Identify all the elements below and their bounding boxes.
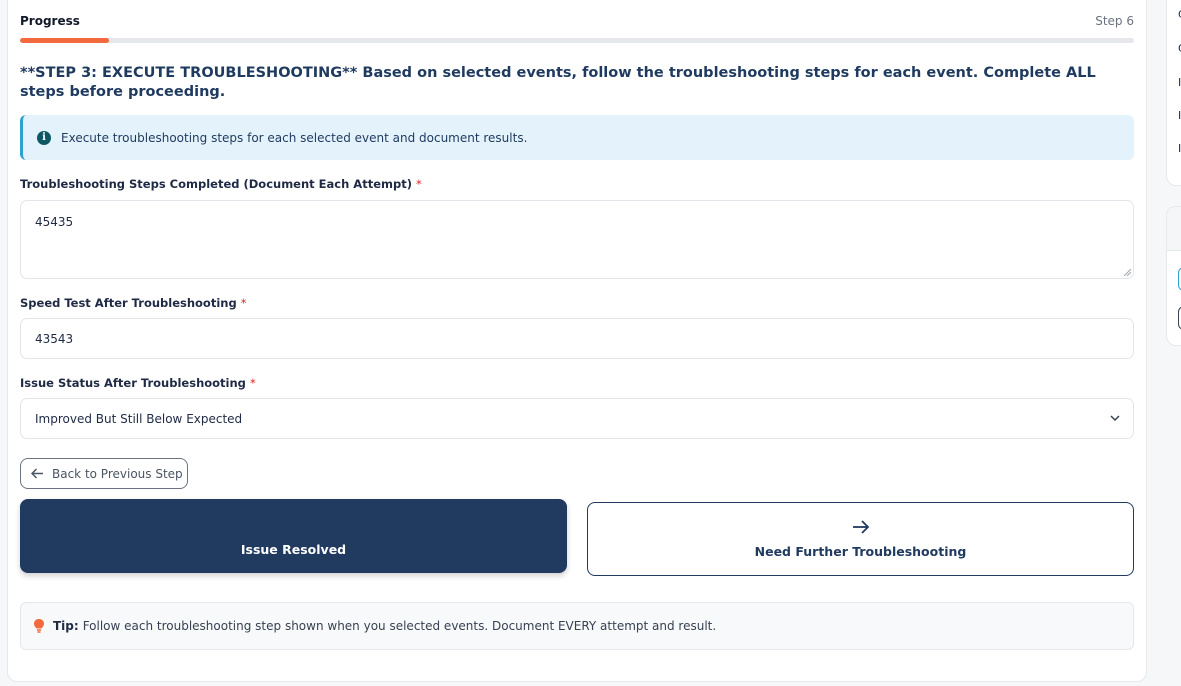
arrow-left-icon	[31, 468, 43, 479]
tip-text: Follow each troubleshooting step shown w…	[82, 619, 717, 633]
progress-header: Progress Step 6	[20, 14, 1134, 32]
steps-completed-textarea[interactable]: 45435	[20, 200, 1134, 279]
required-marker: *	[240, 296, 247, 310]
step-heading: **STEP 3: EXECUTE TROUBLESHOOTING** Base…	[20, 65, 1096, 100]
tip-box: Tip: Follow each troubleshooting step sh…	[20, 602, 1134, 650]
resize-grip-icon[interactable]	[1123, 268, 1131, 276]
need-further-troubleshooting-label: Need Further Troubleshooting	[754, 543, 967, 559]
back-button[interactable]: Back to Previous Step	[20, 458, 188, 489]
speed-test-label: Speed Test After Troubleshooting *	[20, 296, 246, 310]
issue-status-value: Improved But Still Below Expected	[35, 411, 243, 426]
speed-test-value: 43543	[35, 331, 74, 346]
required-marker: *	[249, 376, 256, 390]
info-alert-text: Execute troubleshooting steps for each s…	[61, 130, 528, 145]
side-panel-top	[1166, 0, 1181, 186]
lightbulb-icon	[34, 619, 44, 633]
side-panel-header	[1167, 207, 1181, 251]
required-marker: *	[415, 177, 422, 191]
need-further-troubleshooting-button[interactable]: Need Further Troubleshooting	[587, 502, 1134, 576]
issue-resolved-button[interactable]: Issue Resolved	[20, 499, 567, 573]
steps-completed-label: Troubleshooting Steps Completed (Documen…	[20, 177, 422, 191]
progress-bar	[20, 38, 1134, 43]
issue-status-label: Issue Status After Troubleshooting *	[20, 376, 256, 390]
issue-resolved-label: Issue Resolved	[240, 542, 347, 557]
tip-label: Tip:	[53, 619, 79, 633]
chevron-down-icon	[1110, 415, 1120, 422]
steps-completed-label-text: Troubleshooting Steps Completed (Documen…	[20, 177, 412, 191]
speed-test-input[interactable]: 43543	[20, 318, 1134, 359]
issue-status-label-text: Issue Status After Troubleshooting	[20, 376, 246, 390]
speed-test-label-text: Speed Test After Troubleshooting	[20, 296, 237, 310]
progress-bar-fill	[20, 38, 110, 43]
info-circle-icon: i	[37, 130, 51, 145]
progress-title: Progress	[20, 14, 80, 28]
steps-completed-value: 45435	[35, 215, 74, 229]
arrow-right-icon	[852, 519, 869, 534]
info-alert: i Execute troubleshooting steps for each…	[20, 115, 1134, 160]
progress-step-label: Step 6	[1095, 14, 1134, 28]
issue-status-select[interactable]: Improved But Still Below Expected	[20, 398, 1134, 439]
back-button-label: Back to Previous Step	[52, 466, 183, 481]
